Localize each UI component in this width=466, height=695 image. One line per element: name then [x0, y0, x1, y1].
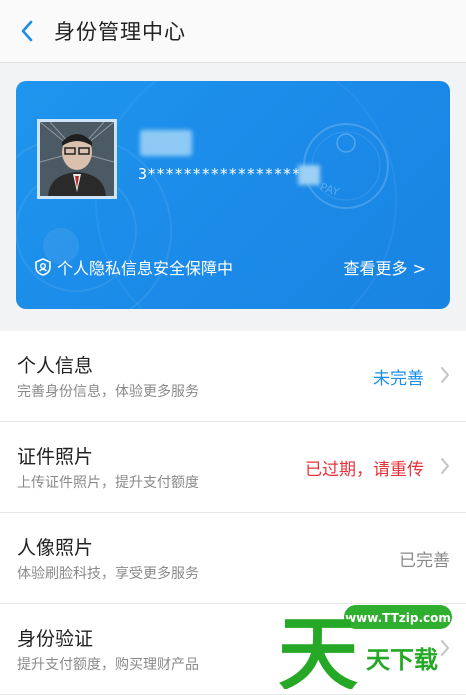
- watermark-text: 天下载: [366, 646, 438, 674]
- shield-icon: [35, 258, 51, 276]
- privacy-notice: 个人隐私信息安全保障中: [35, 255, 233, 279]
- page-title: 身份管理中心: [54, 20, 186, 44]
- chevron-left-icon: [21, 20, 33, 42]
- person-icon: [40, 122, 114, 196]
- row-title: 人像照片: [17, 537, 94, 559]
- row-id-photo[interactable]: 证件照片 上传证件照片，提升支付额度 已过期，请重传: [0, 422, 466, 513]
- watermark-big-char: 天: [278, 608, 358, 689]
- privacy-text: 个人隐私信息安全保障中: [57, 259, 234, 278]
- identity-card: PAY 3***************** 个人隐私信息安全保障中 查看更多 …: [16, 81, 450, 309]
- name-masked: [140, 130, 192, 156]
- row-title: 身份验证: [17, 628, 94, 650]
- row-subtitle: 上传证件照片，提升支付额度: [17, 475, 199, 491]
- chevron-right-icon: [441, 367, 449, 383]
- avatar: [37, 119, 117, 199]
- site-watermark-logo: www.TTzip.com 天 天下载: [278, 605, 452, 689]
- status-text: 已完善: [399, 551, 450, 571]
- view-more-link[interactable]: 查看更多 >: [344, 255, 427, 279]
- status-text: 已过期，请重传: [305, 460, 424, 480]
- back-button[interactable]: [0, 0, 54, 62]
- row-title: 个人信息: [17, 355, 94, 377]
- nav-bar: 身份管理中心: [0, 0, 466, 63]
- id-number: 3*****************: [138, 165, 301, 183]
- row-title: 证件照片: [17, 446, 94, 468]
- status-text: 未完善: [373, 369, 424, 389]
- watermark-site: www.TTzip.com: [345, 611, 451, 625]
- row-personal-info[interactable]: 个人信息 完善身份信息，体验更多服务 未完善: [0, 331, 466, 422]
- row-subtitle: 提升支付额度，购买理财产品: [17, 657, 199, 673]
- chevron-right-icon: [441, 458, 449, 474]
- id-masked-end: [298, 165, 320, 185]
- svg-text:PAY: PAY: [318, 180, 341, 198]
- row-subtitle: 完善身份信息，体验更多服务: [17, 384, 199, 400]
- row-subtitle: 体验刷脸科技，享受更多服务: [17, 566, 199, 582]
- row-portrait-photo[interactable]: 人像照片 体验刷脸科技，享受更多服务 已完善: [0, 513, 466, 604]
